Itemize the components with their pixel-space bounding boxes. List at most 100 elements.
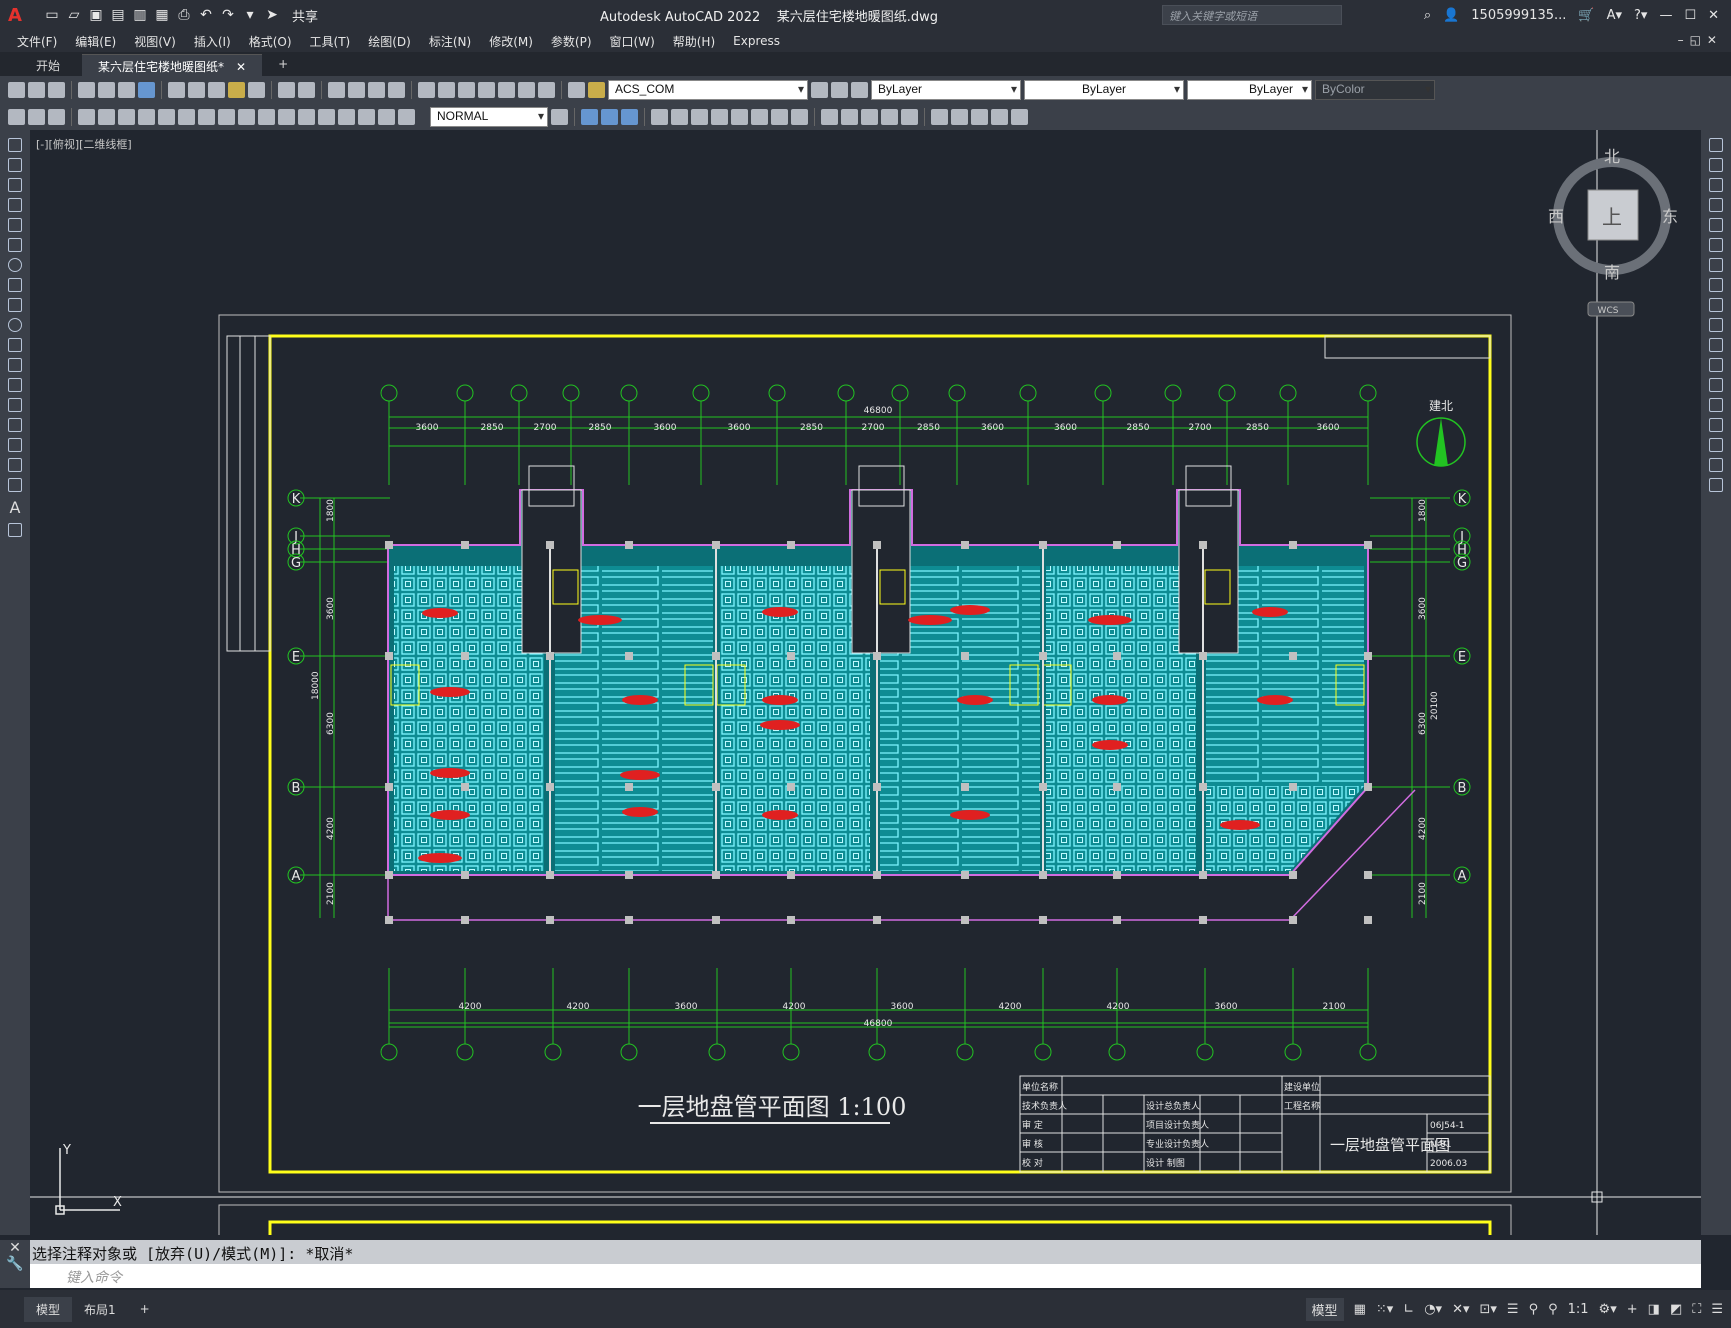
extend-right-icon[interactable] xyxy=(1709,338,1723,352)
plot-icon[interactable]: ⎙ xyxy=(176,7,192,23)
paste-icon[interactable] xyxy=(208,82,225,98)
attribute-icon[interactable] xyxy=(971,109,988,125)
save-icon[interactable]: ▣ xyxy=(88,7,104,23)
preview-icon[interactable] xyxy=(98,82,115,98)
share-button[interactable]: 共享 xyxy=(292,6,318,25)
redo-icon[interactable]: ↷ xyxy=(220,7,236,23)
properties-icon[interactable] xyxy=(418,82,435,98)
mirror-right-icon[interactable] xyxy=(1709,178,1723,192)
diameter-icon[interactable] xyxy=(138,109,155,125)
circle-icon[interactable] xyxy=(8,258,22,272)
menu-tools[interactable]: 工具(T) xyxy=(301,33,360,50)
array-right-icon[interactable] xyxy=(1709,218,1723,232)
menu-view[interactable]: 视图(V) xyxy=(125,33,185,50)
insert-icon[interactable] xyxy=(8,358,22,372)
draw-order-above-icon[interactable] xyxy=(621,109,638,125)
quick-dim-icon[interactable] xyxy=(178,109,195,125)
break-point-icon[interactable] xyxy=(1709,358,1723,372)
dim-text-edit-icon[interactable] xyxy=(378,109,395,125)
join-icon[interactable] xyxy=(1709,398,1723,412)
autodesk-icon[interactable]: A▾ xyxy=(1607,8,1622,23)
move-icon[interactable] xyxy=(651,109,668,125)
menu-file[interactable]: 文件(F) xyxy=(8,33,66,50)
jogged-icon[interactable] xyxy=(118,109,135,125)
menu-insert[interactable]: 插入(I) xyxy=(185,33,240,50)
cut-icon[interactable] xyxy=(168,82,185,98)
customize-icon[interactable]: ▾ xyxy=(242,7,258,23)
zoom-window-icon[interactable] xyxy=(368,82,385,98)
tab-start[interactable]: 开始 xyxy=(20,54,76,76)
move-right-icon[interactable] xyxy=(1709,238,1723,252)
calculator-icon[interactable] xyxy=(518,82,535,98)
pan-icon[interactable] xyxy=(328,82,345,98)
print-icon[interactable] xyxy=(78,82,95,98)
point-icon[interactable] xyxy=(8,398,22,412)
annotation-scale-icon[interactable]: ⚲ xyxy=(1548,1302,1558,1317)
add-icon[interactable]: + xyxy=(1627,1302,1638,1317)
menu-draw[interactable]: 绘图(D) xyxy=(359,33,420,50)
stretch-right-icon[interactable] xyxy=(1709,298,1723,312)
rotate-icon[interactable] xyxy=(711,109,728,125)
tab-model[interactable]: 模型 xyxy=(24,1296,73,1322)
match-properties-icon[interactable] xyxy=(228,82,245,98)
isolate-icon[interactable]: ◨ xyxy=(1648,1302,1660,1317)
osnap-icon[interactable]: ⊡▾ xyxy=(1479,1302,1496,1317)
open-file-icon[interactable] xyxy=(28,82,45,98)
menu-edit[interactable]: 编辑(E) xyxy=(66,33,125,50)
document-window-controls[interactable]: –◱✕ xyxy=(1678,33,1723,47)
lineweight-icon[interactable]: ☰ xyxy=(1507,1302,1519,1317)
add-selected-icon[interactable] xyxy=(8,523,22,537)
line-icon[interactable] xyxy=(8,138,22,152)
annotation-visibility-icon[interactable]: ⚲ xyxy=(1529,1302,1539,1317)
menu-modify[interactable]: 修改(M) xyxy=(480,33,542,50)
workspace-gear-icon[interactable]: ⚙▾ xyxy=(1599,1302,1617,1317)
undo-tb-icon[interactable] xyxy=(278,82,295,98)
rectangle-icon[interactable] xyxy=(8,218,22,232)
ortho-icon[interactable]: ∟ xyxy=(1403,1302,1414,1317)
maximize-icon[interactable]: ☐ xyxy=(1684,8,1696,23)
design-center-icon[interactable] xyxy=(438,82,455,98)
command-customize-icon[interactable]: 🔧 xyxy=(0,1256,30,1272)
ordinate-icon[interactable] xyxy=(78,109,95,125)
stretch-icon[interactable] xyxy=(691,109,708,125)
menu-window[interactable]: 窗口(W) xyxy=(601,33,664,50)
arc-length-icon[interactable] xyxy=(48,109,65,125)
make-current-icon[interactable] xyxy=(811,82,828,98)
customize-status-icon[interactable]: ☰ xyxy=(1711,1302,1723,1317)
hatch-icon[interactable] xyxy=(8,418,22,432)
mirror-icon[interactable] xyxy=(751,109,768,125)
array-icon[interactable] xyxy=(791,109,808,125)
gradient-icon[interactable] xyxy=(8,438,22,452)
menu-parametric[interactable]: 参数(P) xyxy=(542,33,601,50)
region-icon[interactable] xyxy=(8,458,22,472)
share-icon[interactable]: ➤ xyxy=(264,7,280,23)
chamfer-icon[interactable] xyxy=(861,109,878,125)
offset-right-icon[interactable] xyxy=(1709,198,1723,212)
fillet-icon[interactable] xyxy=(841,109,858,125)
plotstyle-dropdown[interactable]: ByColor xyxy=(1315,80,1435,100)
grid-icon[interactable]: ▦ xyxy=(1354,1302,1366,1317)
polar-icon[interactable]: ◔▾ xyxy=(1424,1302,1442,1317)
layer-state-icon[interactable] xyxy=(588,82,605,98)
minimize-icon[interactable]: — xyxy=(1659,8,1672,23)
sheet-set-icon[interactable] xyxy=(478,82,495,98)
explode-right-icon[interactable] xyxy=(1709,478,1723,492)
center-mark-icon[interactable] xyxy=(298,109,315,125)
zoom-previous-icon[interactable] xyxy=(388,82,405,98)
scale-icon[interactable] xyxy=(731,109,748,125)
new-icon[interactable]: ▭ xyxy=(44,7,60,23)
color-dropdown[interactable]: ByLayer xyxy=(871,80,1021,100)
text-icon[interactable]: A xyxy=(10,498,21,517)
user-icon[interactable]: 👤 xyxy=(1443,8,1459,23)
tool-palettes-icon[interactable] xyxy=(458,82,475,98)
save-web-icon[interactable]: ▦ xyxy=(154,7,170,23)
undo-icon[interactable]: ↶ xyxy=(198,7,214,23)
viewcube[interactable]: 上 北 南 东 西 WCS xyxy=(1548,140,1678,320)
drawing-svg[interactable]: K J H G E B A K J H G E B A 1800 3600 63… xyxy=(30,130,1701,1235)
radius-icon[interactable] xyxy=(98,109,115,125)
copy-obj-icon[interactable] xyxy=(671,109,688,125)
explode-icon[interactable] xyxy=(821,109,838,125)
command-input[interactable]: 键入命令 xyxy=(30,1264,1701,1288)
ellipse-icon[interactable] xyxy=(8,318,22,332)
insert-block-icon[interactable] xyxy=(931,109,948,125)
